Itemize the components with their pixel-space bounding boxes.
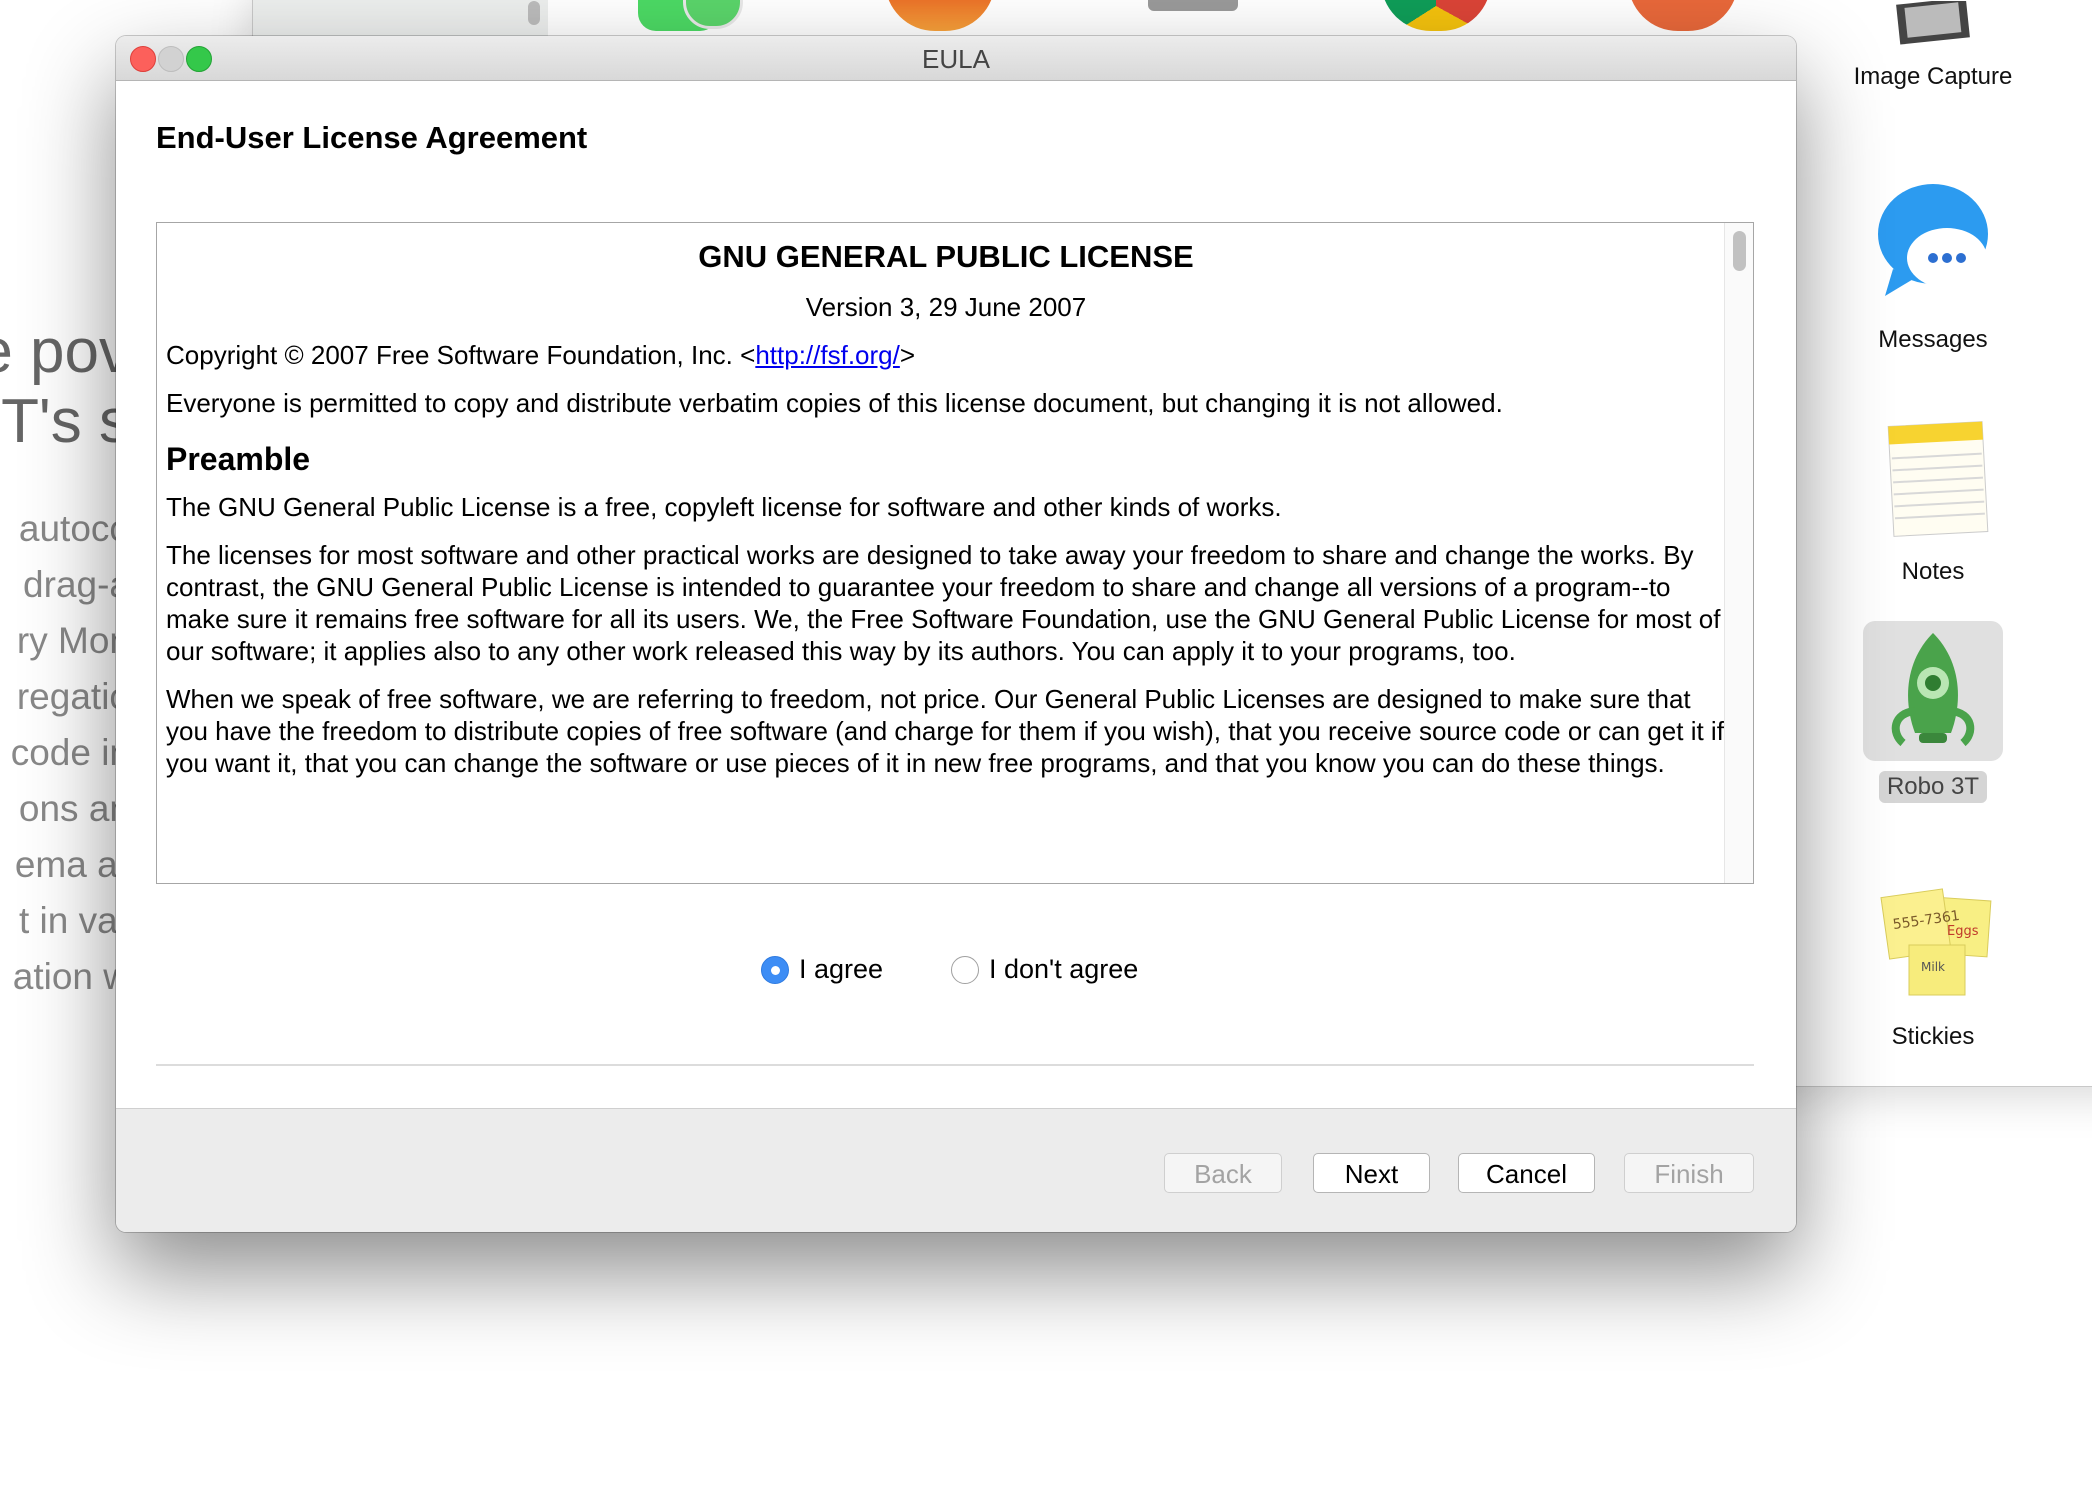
svg-text:Eggs: Eggs: [1947, 924, 1979, 939]
copyright-suffix: >: [899, 340, 916, 370]
window-title: EULA: [922, 44, 990, 74]
app-stickies[interactable]: 555-7361 Eggs Milk Stickies: [1833, 871, 2033, 1053]
chrome-icon[interactable]: [1381, 0, 1491, 31]
license-content: GNU GENERAL PUBLIC LICENSE Version 3, 29…: [166, 223, 1726, 779]
font-book-icon[interactable]: [1148, 0, 1238, 11]
agreement-options: I agree I don't agree: [116, 954, 1796, 994]
button-bar: Back Next Cancel Finish: [116, 1108, 1796, 1232]
back-button[interactable]: Back: [1164, 1153, 1282, 1193]
firefox-icon[interactable]: [885, 0, 995, 31]
license-paragraph: When we speak of free software, we are r…: [166, 684, 1724, 778]
radio-checked-icon[interactable]: [761, 955, 789, 984]
ibooks-icon[interactable]: [1628, 0, 1738, 31]
background-headline-2: T's s: [1, 387, 130, 456]
background-text-line: ry Mon: [16, 620, 130, 661]
app-robo3t[interactable]: Robo 3T: [1833, 621, 2033, 803]
preamble-heading: Preamble: [166, 441, 311, 477]
agree-label: I agree: [799, 954, 884, 984]
background-headline-1: e pov: [0, 317, 130, 386]
divider: [156, 1064, 1754, 1066]
svg-text:Milk: Milk: [1921, 960, 1945, 974]
license-paragraph: The licenses for most software and other…: [166, 540, 1721, 666]
license-permission: Everyone is permitted to copy and distri…: [166, 388, 1503, 418]
background-text-line: autoco: [18, 508, 130, 549]
license-paragraph: The GNU General Public License is a free…: [166, 492, 1282, 522]
app-label: Stickies: [1891, 1023, 1975, 1050]
finish-button[interactable]: Finish: [1624, 1153, 1754, 1193]
license-text-area[interactable]: GNU GENERAL PUBLIC LICENSE Version 3, 29…: [156, 222, 1754, 884]
notes-icon: [1863, 406, 2003, 546]
license-copyright: Copyright © 2007 Free Software Foundatio…: [166, 339, 1726, 371]
disagree-label: I don't agree: [989, 954, 1139, 984]
image-capture-icon: [1863, 0, 2003, 51]
copyright-text: Copyright © 2007 Free Software Foundatio…: [166, 340, 756, 370]
background-text-line: regatio: [16, 676, 130, 717]
license-scrollbar[interactable]: [1724, 223, 1753, 883]
disagree-radio[interactable]: I don't agree: [951, 954, 1138, 985]
sidebar-scrollbar[interactable]: [528, 1, 540, 25]
messages-icon: [1863, 174, 2003, 314]
page-heading: End-User License Agreement: [156, 120, 588, 155]
app-label: Robo 3T: [1878, 771, 1988, 803]
app-label: Image Capture: [1853, 63, 2013, 90]
robo3t-icon: [1863, 621, 2003, 761]
license-version: Version 3, 29 June 2007: [805, 292, 1087, 322]
background-text-line: code in: [10, 732, 130, 773]
license-title: GNU GENERAL PUBLIC LICENSE: [698, 239, 1194, 274]
app-label: Notes: [1901, 558, 1965, 585]
finder-sidebar: [253, 0, 548, 41]
fsf-link[interactable]: http://fsf.org/: [755, 340, 900, 370]
background-text-line: ema ar: [14, 844, 130, 885]
app-messages[interactable]: Messages: [1833, 174, 2033, 356]
title-bar[interactable]: EULA: [116, 36, 1796, 81]
background-text-line: ation w: [12, 956, 130, 997]
background-page: e pov T's s autoco drag-a ry Mon regatio…: [0, 0, 130, 1100]
scrollbar-thumb[interactable]: [1733, 231, 1746, 271]
background-text-line: t in var: [18, 900, 130, 941]
background-text-line: drag-a: [23, 564, 130, 605]
app-image-capture[interactable]: Image Capture: [1833, 0, 2033, 93]
eula-dialog: EULA End-User License Agreement GNU GENE…: [116, 36, 1796, 1232]
stickies-icon: 555-7361 Eggs Milk: [1863, 871, 2003, 1011]
agree-radio[interactable]: I agree: [761, 954, 883, 985]
app-notes[interactable]: Notes: [1833, 406, 2033, 588]
background-text-line: ons an: [18, 788, 130, 829]
radio-unchecked-icon[interactable]: [951, 955, 979, 984]
next-button[interactable]: Next: [1313, 1153, 1430, 1193]
app-label: Messages: [1878, 326, 1988, 353]
cancel-button[interactable]: Cancel: [1458, 1153, 1595, 1193]
